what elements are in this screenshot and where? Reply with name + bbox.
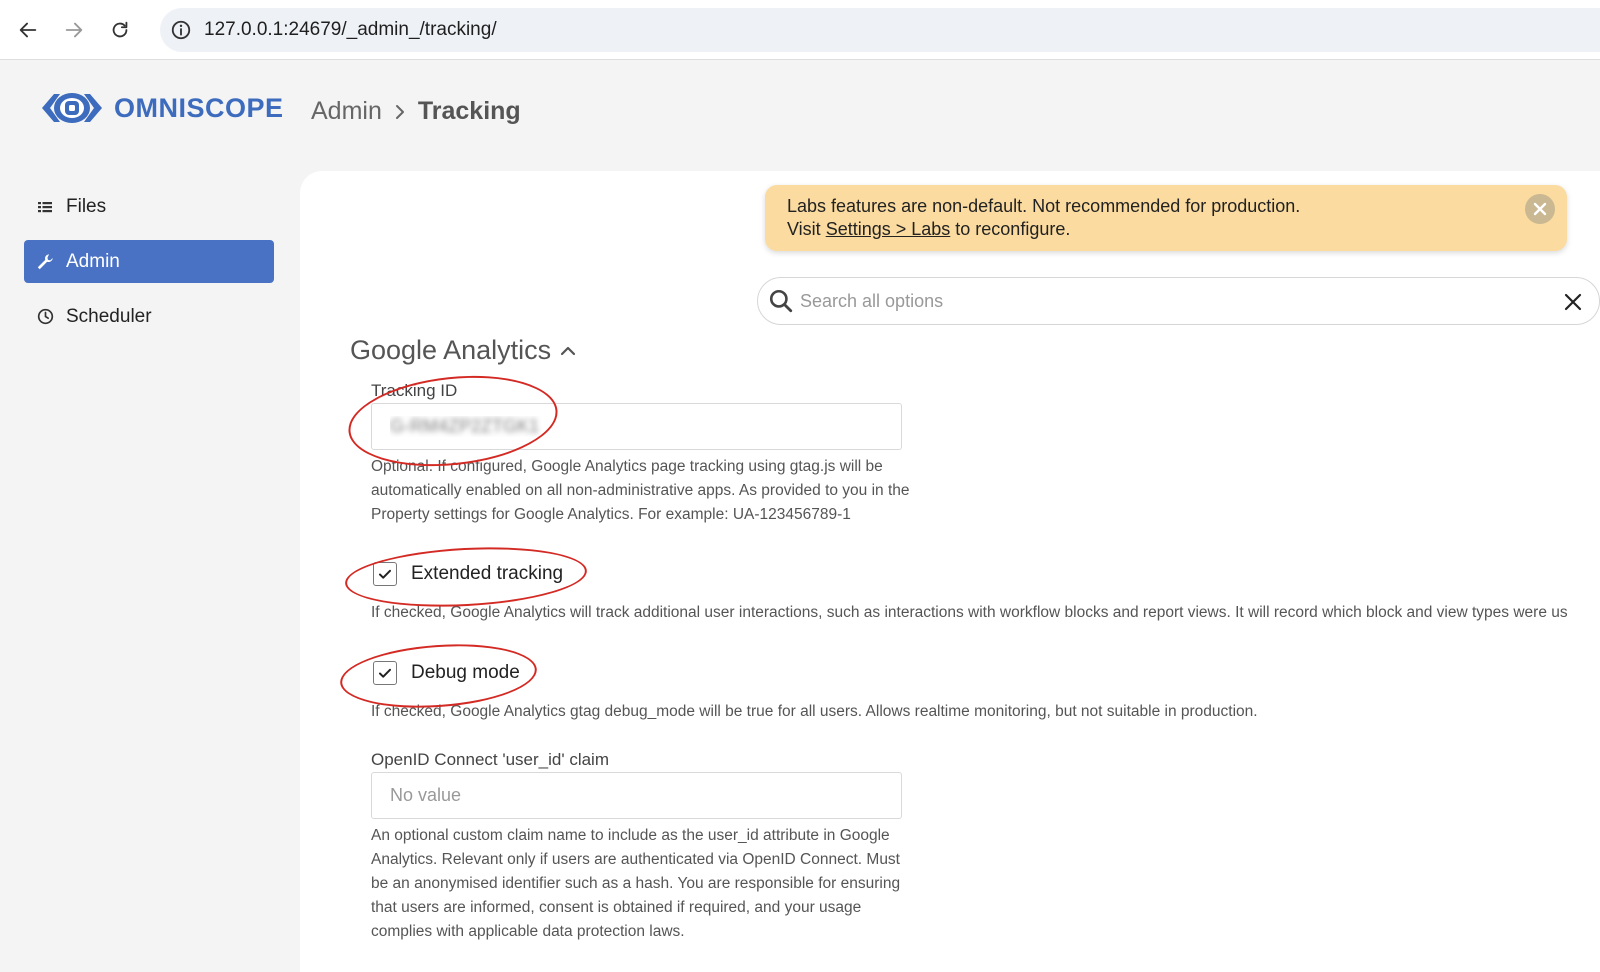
extended-tracking-checkbox[interactable] [373,562,397,586]
debug-mode-help: If checked, Google Analytics gtag debug_… [371,703,1258,720]
debug-mode-checkbox[interactable] [373,661,397,685]
banner-line-2: Visit Settings > Labs to reconfigure. [787,218,1545,241]
main-panel: Labs features are non-default. Not recom… [300,171,1600,972]
breadcrumb: Admin Tracking [311,97,521,126]
sidebar-item-label: Admin [66,250,120,272]
address-bar[interactable]: 127.0.0.1:24679/_admin_/tracking/ [160,8,1600,52]
sidebar-item-label: Files [66,195,107,217]
openid-claim-input[interactable] [371,772,902,819]
forward-button[interactable] [58,14,90,46]
tracking-id-help: Optional. If configured, Google Analytic… [371,458,910,523]
tracking-id-input[interactable] [371,403,902,450]
breadcrumb-admin[interactable]: Admin [311,97,382,126]
checkmark-icon [379,569,391,579]
clock-icon [36,308,54,326]
banner-text: to reconfigure. [950,219,1071,239]
wrench-icon [36,253,54,271]
search-box [757,277,1600,325]
app-page: OMNISCOPE Admin Tracking Files Admin Sch… [0,61,1600,972]
checkmark-icon [379,668,391,678]
labs-warning-banner: Labs features are non-default. Not recom… [765,185,1567,251]
sidebar-item-scheduler[interactable]: Scheduler [24,295,274,338]
close-icon [1533,202,1547,216]
extended-tracking-help: If checked, Google Analytics will track … [371,604,1568,621]
sidebar-item-files[interactable]: Files [24,185,274,228]
banner-close-button[interactable] [1525,194,1555,224]
extended-tracking-label: Extended tracking [411,563,564,584]
info-icon[interactable] [168,17,194,43]
arrow-right-icon [65,22,83,38]
browser-toolbar: 127.0.0.1:24679/_admin_/tracking/ [0,0,1600,60]
chevron-up-icon [559,342,577,360]
chevron-right-icon [392,104,408,120]
breadcrumb-current: Tracking [417,97,521,125]
arrow-left-icon [19,22,37,38]
debug-mode-row[interactable]: Debug mode [373,661,520,685]
list-icon [36,198,54,216]
banner-line-1: Labs features are non-default. Not recom… [787,196,1301,216]
back-button[interactable] [12,14,44,46]
openid-claim-help: An optional custom claim name to include… [371,827,901,940]
extended-tracking-row[interactable]: Extended tracking [373,562,563,586]
banner-text: Visit [787,219,826,239]
omniscope-eye-icon [42,93,102,123]
tracking-id-label: Tracking ID [371,381,458,400]
sidebar-item-label: Scheduler [66,305,152,327]
url-text: 127.0.0.1:24679/_admin_/tracking/ [204,19,497,40]
section-header[interactable]: Google Analytics [350,335,577,366]
reload-icon [112,21,128,38]
search-icon [769,289,793,313]
sidebar: Files Admin Scheduler [24,185,274,350]
close-icon [1564,293,1582,311]
search-input[interactable] [800,290,1540,312]
section-title: Google Analytics [350,335,552,365]
sidebar-item-admin[interactable]: Admin [24,240,274,283]
openid-claim-label: OpenID Connect 'user_id' claim [371,750,609,769]
debug-mode-label: Debug mode [411,662,520,683]
logo-text: OMNISCOPE [114,92,284,123]
clear-search-button[interactable] [1561,290,1585,314]
app-logo[interactable]: OMNISCOPE [40,89,284,127]
settings-labs-link[interactable]: Settings > Labs [826,219,951,239]
reload-button[interactable] [104,14,136,46]
